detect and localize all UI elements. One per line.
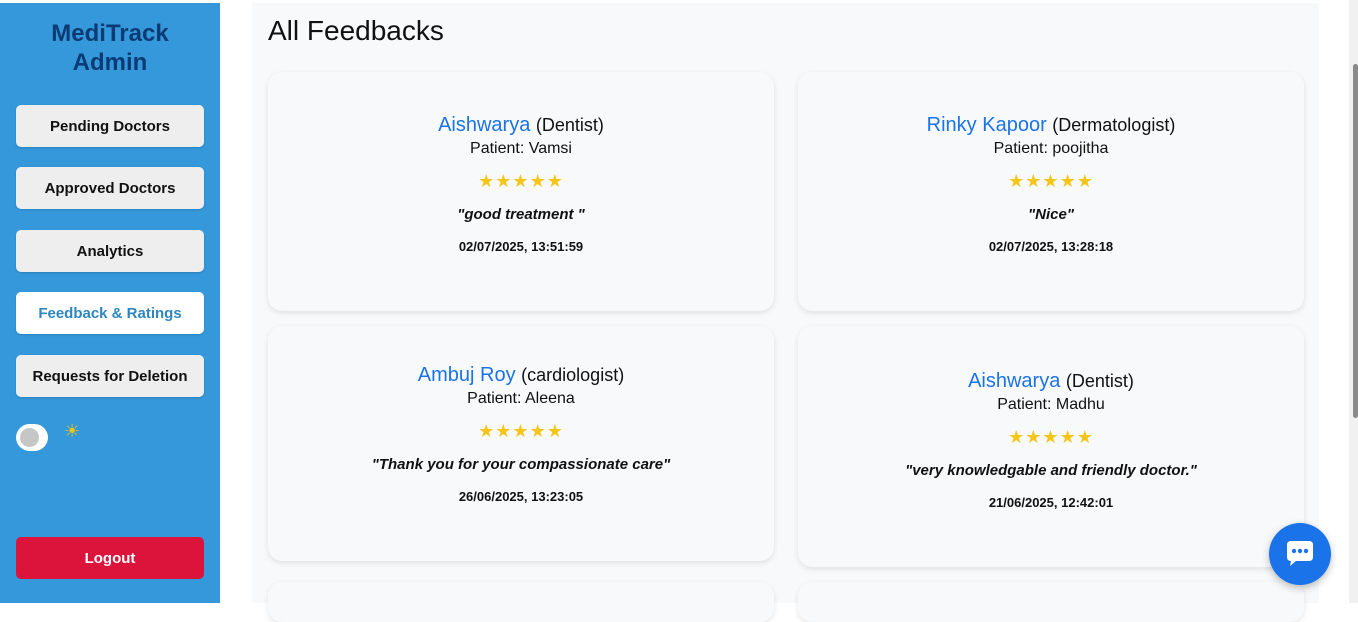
patient-name: Patient: Aleena <box>467 390 575 407</box>
doctor-line: Aishwarya (Dentist) <box>268 113 774 137</box>
page-title: All Feedbacks <box>268 15 444 46</box>
sidebar: MediTrack Admin Pending Doctors Approved… <box>0 3 220 603</box>
feedback-card: Aishwarya (Dentist) Patient: Madhu ★★★★★… <box>798 326 1304 567</box>
feedback-date: 02/07/2025, 13:28:18 <box>988 239 1114 254</box>
feedback-date: 02/07/2025, 13:51:59 <box>458 239 584 254</box>
doctor-name[interactable]: Ambuj Roy <box>418 364 516 386</box>
patient-name: Patient: Vamsi <box>470 140 572 157</box>
approved-doctors-button[interactable]: Approved Doctors <box>16 167 204 209</box>
feedback-card-partial <box>798 582 1304 622</box>
doctor-specialty: (Dentist) <box>535 115 604 135</box>
feedback-date: 26/06/2025, 13:23:05 <box>458 489 584 504</box>
feedback-comment: "good treatment " <box>457 206 585 223</box>
feedback-card-partial <box>268 582 774 622</box>
rating-stars: ★★★★★ <box>478 421 564 441</box>
rating-stars: ★★★★★ <box>478 171 564 191</box>
pending-doctors-button[interactable]: Pending Doctors <box>16 105 204 147</box>
rating-stars: ★★★★★ <box>1008 171 1094 191</box>
sun-icon: ☀ <box>64 421 81 441</box>
chat-button[interactable] <box>1269 523 1331 585</box>
requests-deletion-button[interactable]: Requests for Deletion <box>16 355 204 397</box>
doctor-line: Rinky Kapoor (Dermatologist) <box>798 113 1304 137</box>
doctor-specialty: (cardiologist) <box>521 365 625 385</box>
theme-toggle[interactable] <box>16 424 48 451</box>
feedback-comment: "Thank you for your compassionate care" <box>371 456 671 473</box>
doctor-specialty: (Dermatologist) <box>1052 115 1176 135</box>
feedback-card: Aishwarya (Dentist) Patient: Vamsi ★★★★★… <box>268 72 774 311</box>
doctor-line: Ambuj Roy (cardiologist) <box>268 363 774 387</box>
brand-line-1: MediTrack <box>51 20 169 47</box>
feedback-card: Rinky Kapoor (Dermatologist) Patient: po… <box>798 72 1304 311</box>
toggle-knob <box>20 428 39 447</box>
chat-bubble-icon <box>1287 541 1313 566</box>
feedback-date: 21/06/2025, 12:42:01 <box>988 495 1114 510</box>
patient-name: Patient: Madhu <box>997 396 1105 413</box>
scrollbar-thumb[interactable] <box>1353 64 1358 418</box>
feedback-comment: "Nice" <box>1028 206 1074 223</box>
rating-stars: ★★★★★ <box>1008 427 1094 447</box>
doctor-line: Aishwarya (Dentist) <box>798 369 1304 393</box>
patient-name: Patient: poojitha <box>993 140 1109 157</box>
doctor-name[interactable]: Aishwarya <box>968 370 1060 392</box>
doctor-specialty: (Dentist) <box>1065 371 1134 391</box>
logout-button[interactable]: Logout <box>16 537 204 579</box>
analytics-button[interactable]: Analytics <box>16 230 204 272</box>
brand-title: MediTrack Admin <box>0 19 220 77</box>
feedback-card: Ambuj Roy (cardiologist) Patient: Aleena… <box>268 326 774 561</box>
doctor-name[interactable]: Aishwarya <box>438 114 530 136</box>
main-content: All Feedbacks Aishwarya (Dentist) Patien… <box>252 3 1319 622</box>
feedback-ratings-button[interactable]: Feedback & Ratings <box>16 292 204 334</box>
brand-line-2: Admin <box>72 49 148 76</box>
feedback-comment: "very knowledgable and friendly doctor." <box>905 462 1197 479</box>
doctor-name[interactable]: Rinky Kapoor <box>927 114 1047 136</box>
